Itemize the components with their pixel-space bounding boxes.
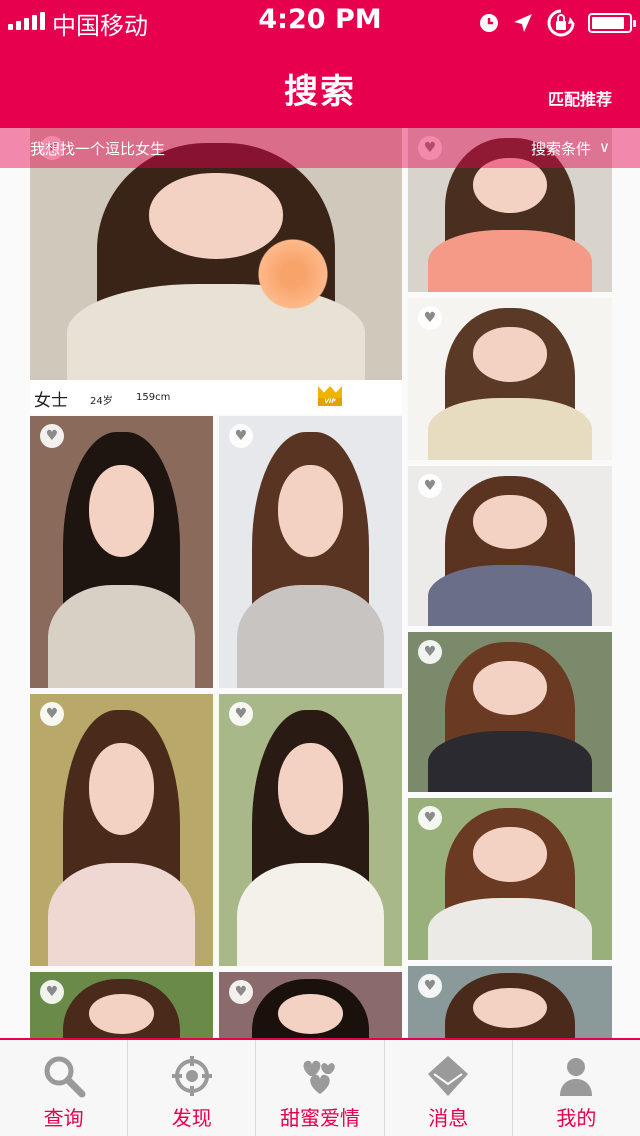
profile-photo [30,694,213,966]
chevron-down-icon: ∨ [599,138,610,156]
page-title: 搜索 [284,72,356,112]
search-prompt[interactable]: 我想找一个逗比女生 [30,138,165,159]
hearts-icon [303,1060,335,1094]
favorite-heart-icon[interactable]: ♥ [229,702,253,726]
profile-card[interactable]: ♥ [408,298,612,460]
tab-search[interactable]: 查询 [0,1040,129,1136]
tab-messages[interactable]: 消息 [385,1040,513,1136]
favorite-heart-icon[interactable]: ♥ [229,424,253,448]
favorite-heart-icon[interactable]: ♥ [40,980,64,1004]
crown-icon [318,386,342,398]
person-icon [560,1058,593,1096]
rotation-lock-icon [547,9,575,37]
bottom-tab-bar: 查询 发现 甜蜜爱情 消息 我的 [0,1038,640,1136]
profile-card[interactable]: ♥ [408,966,612,1038]
profile-photo [219,416,402,688]
match-recommend-button[interactable]: 匹配推荐 [548,86,612,110]
profile-height: 159cm [136,392,171,403]
favorite-heart-icon[interactable]: ♥ [418,974,442,998]
profile-card[interactable]: ♥ [408,798,612,960]
profile-photo [219,694,402,966]
envelope-icon [428,1056,469,1096]
tab-discover[interactable]: 发现 [128,1040,257,1136]
tab-label: 发现 [171,1106,212,1130]
search-conditions-button[interactable]: 搜索条件 ∨ [531,138,610,159]
search-banner: 我想找一个逗比女生 搜索条件 ∨ [0,128,640,168]
favorite-heart-icon[interactable]: ♥ [418,640,442,664]
profile-card[interactable]: ♥ [30,416,213,688]
profile-age: 24岁 [90,396,113,407]
favorite-heart-icon[interactable]: ♥ [40,702,64,726]
location-arrow-icon [514,14,532,32]
tab-mine[interactable]: 我的 [513,1040,640,1136]
battery-icon [588,13,636,33]
tab-label: 我的 [556,1106,597,1130]
favorite-heart-icon[interactable]: ♥ [418,806,442,830]
profile-card[interactable]: ♥ [219,416,402,688]
profile-card[interactable]: ♥ [408,632,612,792]
profile-card[interactable]: ♥ [219,694,402,966]
favorite-heart-icon[interactable]: ♥ [40,424,64,448]
photo-feed[interactable]: 我想找一个逗比女生 搜索条件 ∨ ♥ 女士 24岁 159cm VIP ♥ ♥ … [0,128,640,1038]
tab-label: 查询 [43,1106,84,1130]
featured-profile-info: 女士 24岁 159cm VIP [30,380,402,414]
profile-card[interactable]: ♥ [30,972,213,1038]
favorite-heart-icon[interactable]: ♥ [229,980,253,1004]
search-icon [44,1056,86,1098]
profile-photo [30,416,213,688]
crosshair-icon [171,1056,212,1096]
top-header: 中国移动 4:20 PM 搜索 匹配推荐 [0,0,640,128]
favorite-heart-icon[interactable]: ♥ [418,306,442,330]
profile-card[interactable]: ♥ [30,694,213,966]
status-bar: 中国移动 4:20 PM [0,0,640,40]
profile-card[interactable]: ♥ [219,972,402,1038]
tab-label: 消息 [428,1106,469,1130]
alarm-icon [480,14,498,32]
status-icons [478,8,636,38]
favorite-heart-icon[interactable]: ♥ [418,474,442,498]
tab-sweet-love[interactable]: 甜蜜爱情 [256,1040,385,1136]
search-conditions-label: 搜索条件 [531,140,592,158]
vip-badge-label: VIP [318,398,342,406]
vip-badge: VIP [318,386,342,406]
profile-card[interactable]: ♥ [408,466,612,626]
profile-name: 女士 [34,391,68,411]
tab-label: 甜蜜爱情 [280,1106,360,1130]
